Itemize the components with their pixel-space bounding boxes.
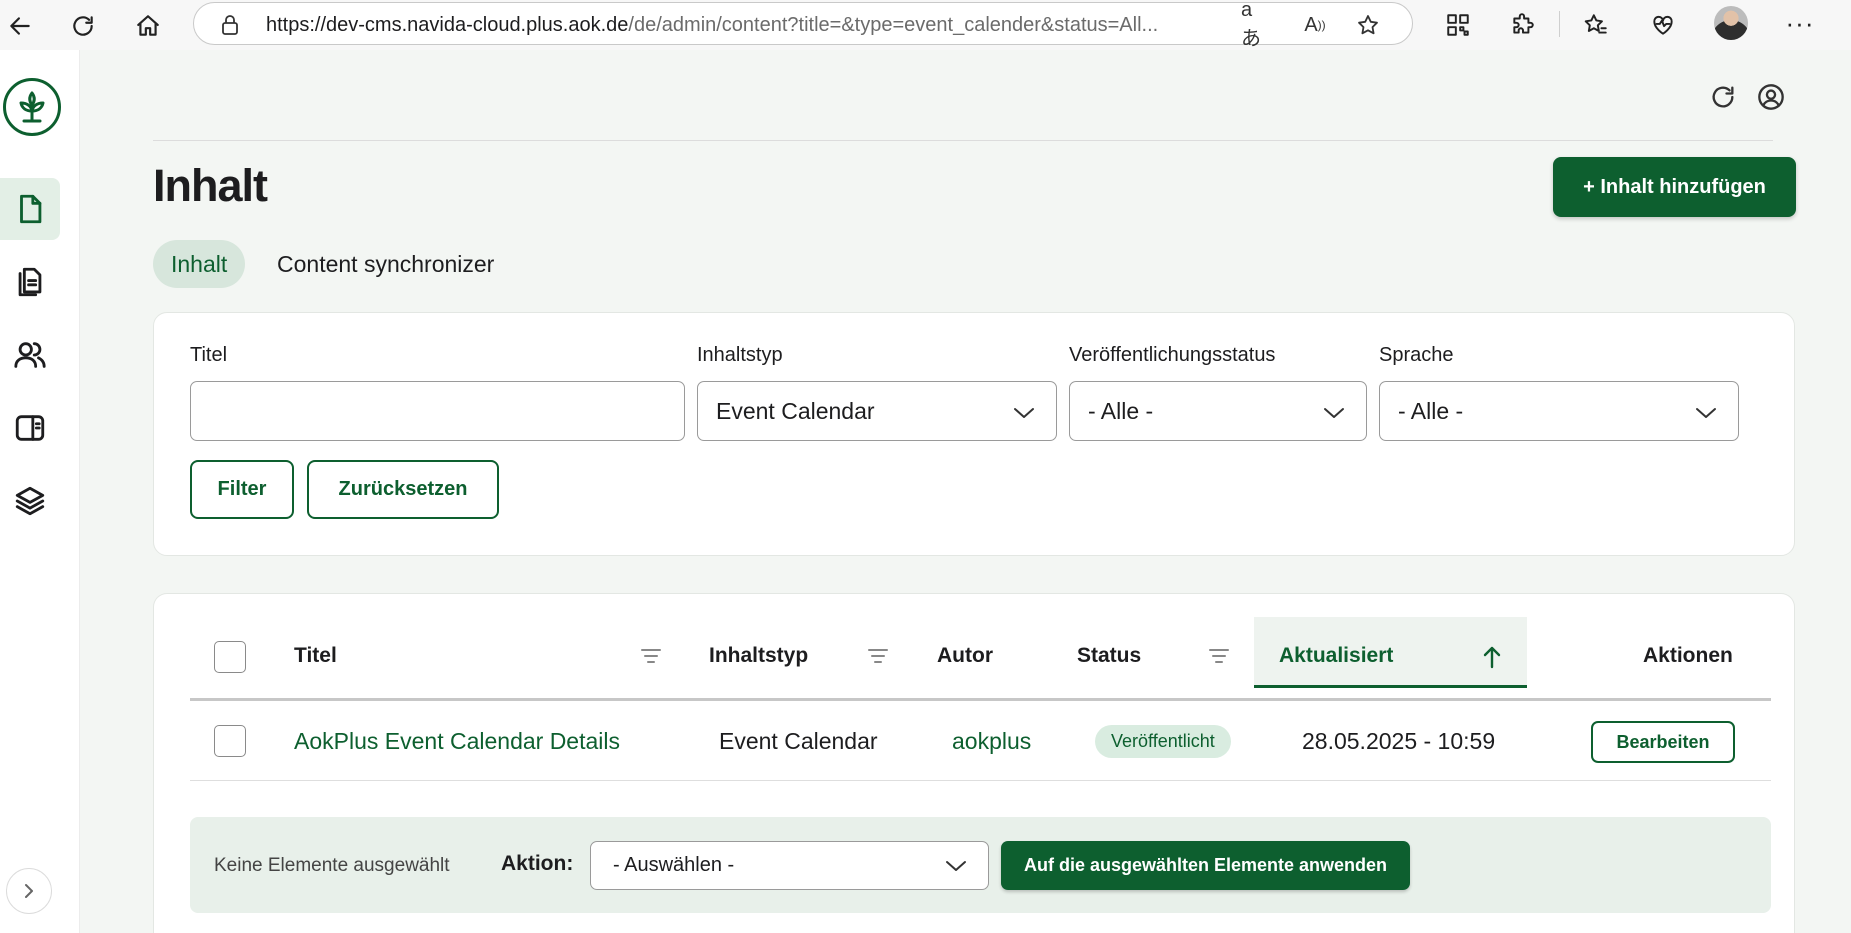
column-title[interactable]: Titel <box>294 644 337 668</box>
arrow-left-icon <box>10 17 30 35</box>
select-all-checkbox[interactable] <box>214 641 246 673</box>
translate-icon[interactable]: aあ <box>1241 0 1269 50</box>
sort-lines-icon[interactable] <box>867 647 889 665</box>
language-filter-value: - Alle - <box>1398 397 1464 424</box>
url-text[interactable]: https://dev-cms.navida-cloud.plus.aok.de… <box>266 14 1226 37</box>
page-title: Inhalt <box>153 160 268 211</box>
row-author-link[interactable]: aokplus <box>952 728 1031 755</box>
address-bar[interactable]: https://dev-cms.navida-cloud.plus.aok.de… <box>193 0 1413 50</box>
bulk-action-value: - Auswählen - <box>613 854 735 876</box>
favorites-icon[interactable] <box>1579 8 1613 42</box>
reset-button[interactable]: Zurücksetzen <box>307 460 499 519</box>
home-icon <box>137 15 159 36</box>
status-filter-value: - Alle - <box>1088 397 1154 424</box>
more-dots-icon[interactable]: ··· <box>1783 8 1817 42</box>
documents-icon <box>18 267 42 297</box>
sort-lines-icon[interactable] <box>1208 647 1230 665</box>
status-filter-select[interactable]: - Alle - <box>1069 381 1367 441</box>
sidebar-item-layout[interactable] <box>0 397 60 459</box>
type-filter-label: Inhaltstyp <box>697 344 783 366</box>
sidebar-item-layers[interactable] <box>0 470 60 532</box>
users-icon <box>14 342 46 368</box>
add-content-button[interactable]: + Inhalt hinzufügen <box>1553 157 1796 217</box>
column-author: Autor <box>937 644 993 667</box>
arrow-up-icon[interactable] <box>1481 644 1503 670</box>
sidebar-item-content[interactable] <box>0 178 60 240</box>
row-updated: 28.05.2025 - 10:59 <box>1302 728 1496 754</box>
chevron-down-icon <box>1012 402 1036 422</box>
tab-content-synchronizer[interactable]: Content synchronizer <box>277 240 494 288</box>
sidebar-item-documents[interactable] <box>0 251 60 313</box>
type-filter-select[interactable]: Event Calendar <box>697 381 1057 441</box>
sidebar-item-users[interactable] <box>0 324 60 386</box>
row-checkbox[interactable] <box>214 725 246 757</box>
chevron-down-icon <box>1694 402 1718 422</box>
profile-avatar[interactable] <box>1714 6 1748 40</box>
title-filter-label: Titel <box>190 344 228 366</box>
tree-logo-icon <box>19 91 45 123</box>
aok-logo[interactable] <box>3 78 61 136</box>
home-button[interactable] <box>128 6 168 46</box>
status-filter-label: Veröffentlichungsstatus <box>1069 344 1276 366</box>
document-icon <box>20 194 42 224</box>
column-type[interactable]: Inhaltstyp <box>709 644 808 668</box>
chevron-right-icon <box>25 884 33 898</box>
reload-button[interactable] <box>63 6 103 46</box>
chevron-down-icon <box>944 856 968 876</box>
row-type: Event Calendar <box>719 728 878 754</box>
toolbar-separator <box>1559 11 1560 37</box>
back-button[interactable] <box>0 6 40 46</box>
no-items-selected-text: Keine Elemente ausgewählt <box>214 855 450 876</box>
column-status[interactable]: Status <box>1077 644 1141 668</box>
chevron-down-icon <box>1322 402 1346 422</box>
tab-content[interactable]: Inhalt <box>153 240 246 288</box>
table-header-divider <box>190 698 1771 701</box>
sort-lines-icon[interactable] <box>640 647 662 665</box>
apply-bulk-action-button[interactable]: Auf die ausgewählten Elemente anwenden <box>1001 841 1410 890</box>
sidebar <box>0 50 80 933</box>
browser-toolbar: https://dev-cms.navida-cloud.plus.aok.de… <box>0 0 1851 50</box>
table-row-divider <box>190 780 1771 781</box>
refresh-icon[interactable] <box>1706 80 1740 114</box>
header-divider <box>153 140 1773 141</box>
lock-icon <box>222 15 238 35</box>
status-badge: Veröffentlicht <box>1095 725 1231 758</box>
qr-code-icon[interactable] <box>1441 8 1475 42</box>
read-aloud-icon[interactable]: A)) <box>1301 11 1329 39</box>
refresh-icon <box>73 16 93 36</box>
favorite-star-icon[interactable] <box>1354 11 1382 39</box>
panel-layout-icon <box>15 415 45 441</box>
language-filter-select[interactable]: - Alle - <box>1379 381 1739 441</box>
column-updated[interactable]: Aktualisiert <box>1279 644 1393 668</box>
sidebar-expand-button[interactable] <box>6 868 52 914</box>
heart-pulse-icon[interactable] <box>1646 8 1680 42</box>
user-account-icon[interactable] <box>1754 80 1788 114</box>
edit-button[interactable]: Bearbeiten <box>1591 721 1735 763</box>
bulk-action-label: Aktion: <box>501 852 574 875</box>
row-title-link[interactable]: AokPlus Event Calendar Details <box>294 728 620 755</box>
extensions-puzzle-icon[interactable] <box>1506 8 1540 42</box>
language-filter-label: Sprache <box>1379 344 1454 366</box>
title-filter-input[interactable] <box>190 381 685 441</box>
type-filter-value: Event Calendar <box>716 397 875 424</box>
layers-icon <box>15 486 45 516</box>
column-actions: Aktionen <box>1643 644 1733 667</box>
filter-button[interactable]: Filter <box>190 460 294 519</box>
bulk-action-select[interactable]: - Auswählen - <box>590 841 989 890</box>
